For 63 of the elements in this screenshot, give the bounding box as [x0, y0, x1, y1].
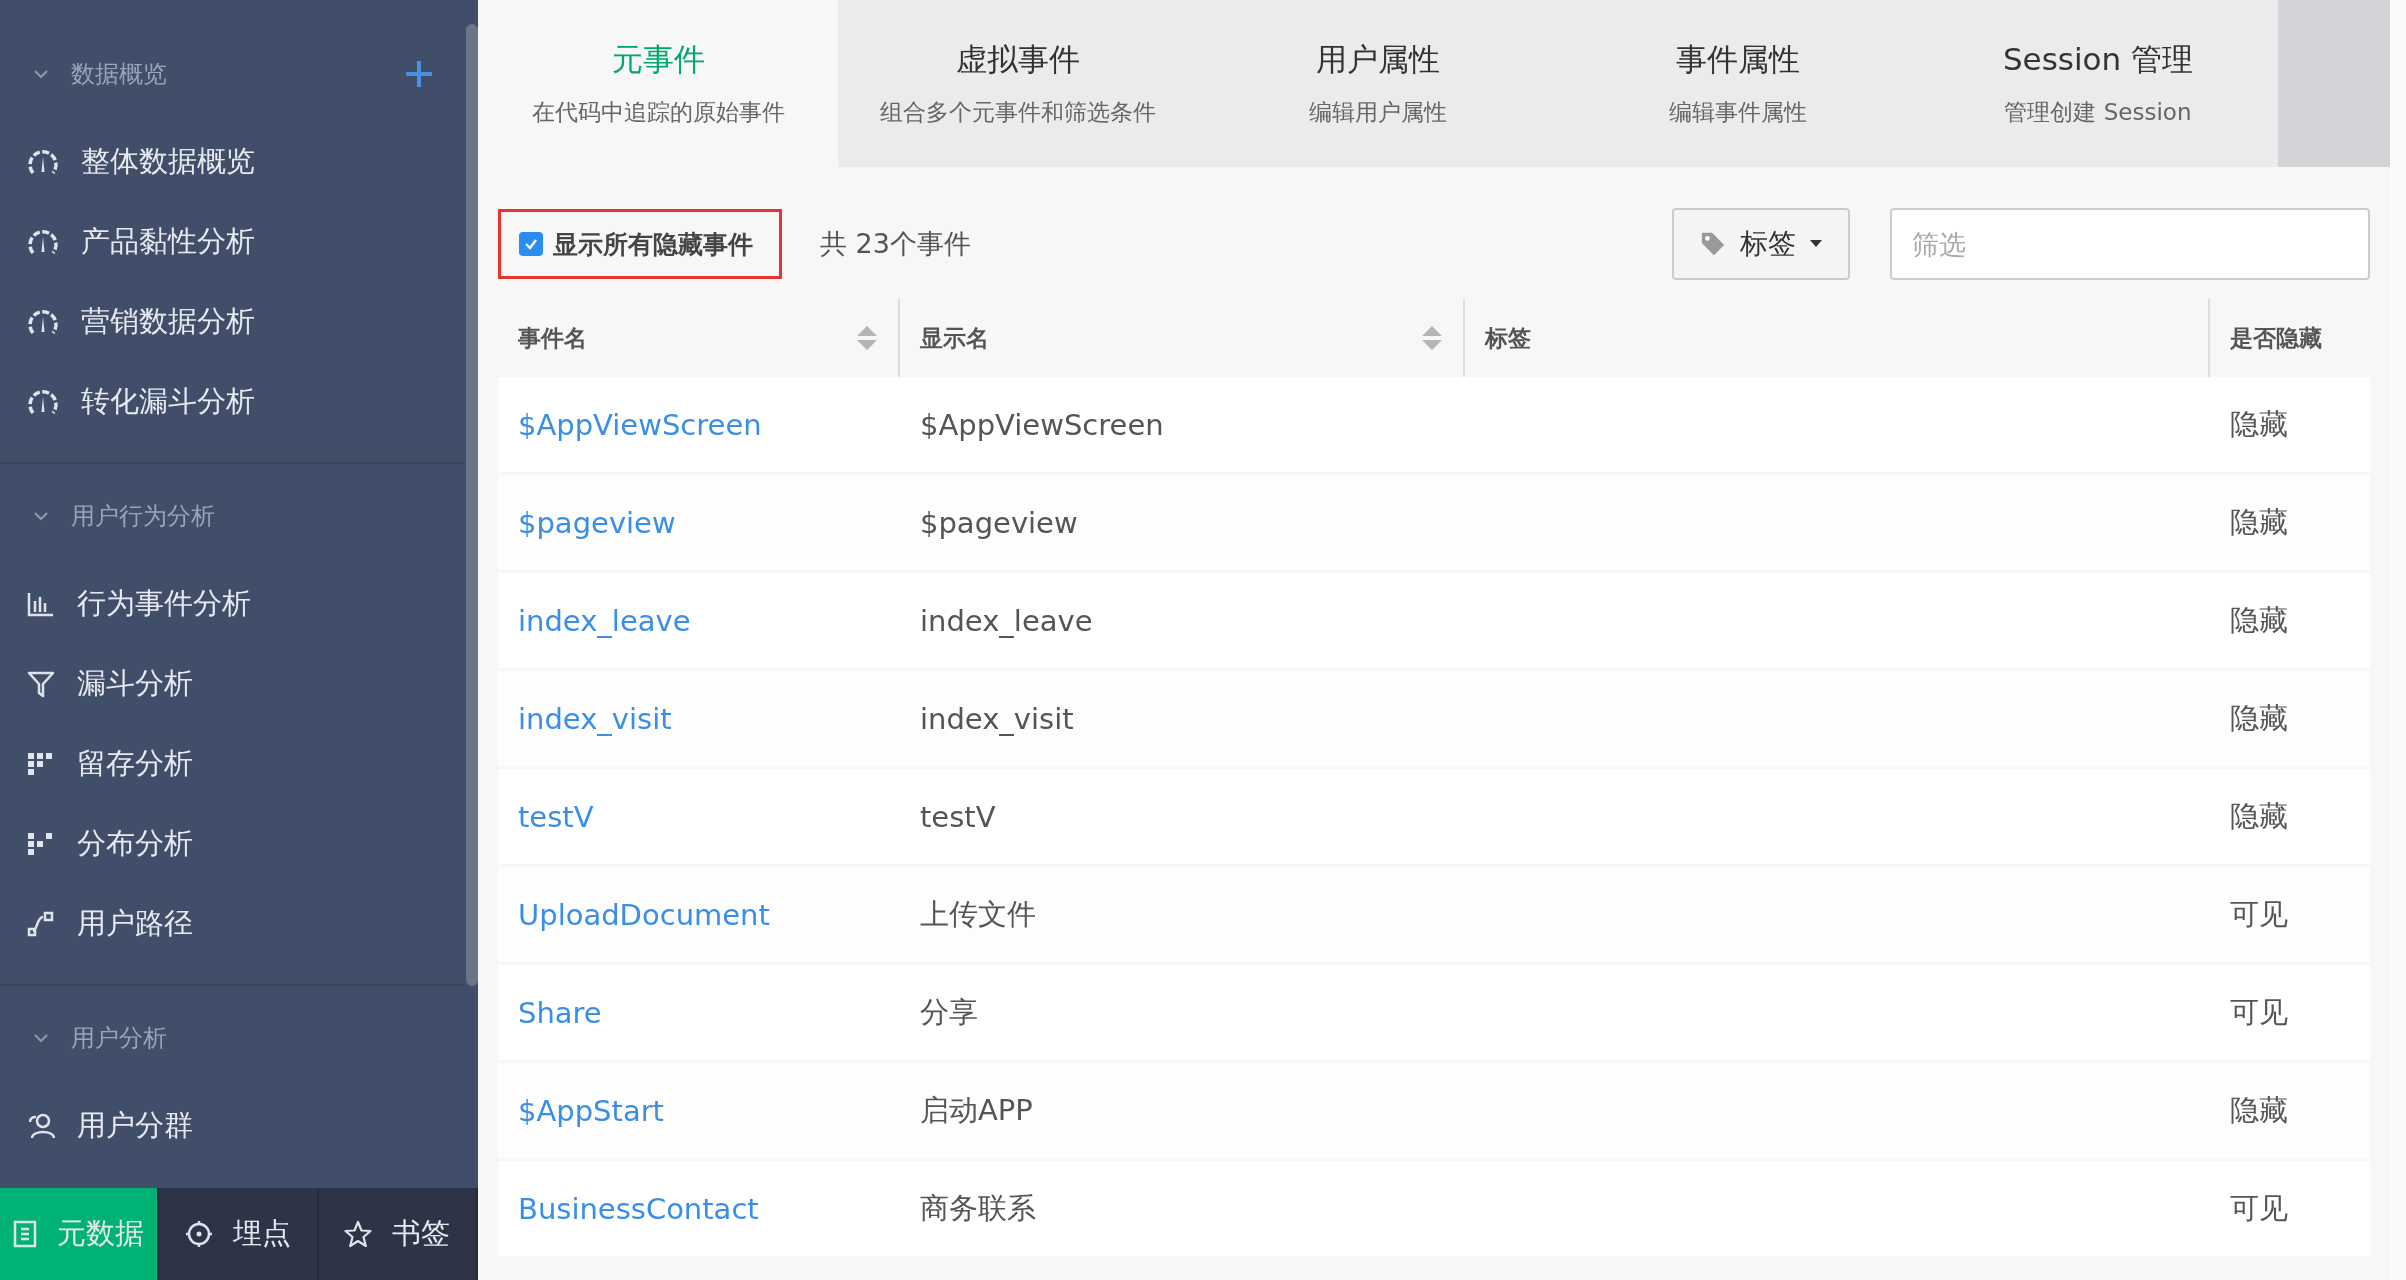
visibility-status: 隐藏 [2230, 797, 2288, 835]
add-icon[interactable] [404, 59, 434, 89]
display-name: testV [920, 799, 996, 834]
gauge-icon [27, 148, 59, 176]
bar-chart-icon [27, 591, 55, 617]
tag-dropdown-button[interactable]: 标签 [1672, 208, 1850, 280]
column-header[interactable]: 显示名 [920, 322, 1421, 354]
column-header[interactable]: 事件名 [518, 322, 856, 354]
display-name: $pageview [920, 505, 1078, 540]
scatter-icon [27, 832, 55, 856]
sidebar-item[interactable]: 营销数据分析 [0, 282, 464, 362]
users-icon [27, 1112, 55, 1140]
sidebar-item[interactable]: 留存分析 [0, 724, 464, 804]
sidebar-item[interactable]: 用户分群 [0, 1086, 464, 1166]
sidebar-item[interactable]: 行为事件分析 [0, 564, 464, 644]
display-name: 上传文件 [920, 895, 1036, 933]
chevron-icon[interactable] [33, 1033, 49, 1043]
checkbox[interactable] [519, 232, 543, 256]
visibility-status: 隐藏 [2230, 503, 2288, 541]
sidebar-item[interactable]: 漏斗分析 [0, 644, 464, 724]
visibility-status: 可见 [2230, 993, 2288, 1031]
target-icon [185, 1220, 213, 1248]
display-name: 分享 [920, 993, 978, 1031]
scrollbar[interactable] [466, 24, 478, 986]
chevron-icon[interactable] [33, 69, 49, 79]
document-icon [13, 1220, 38, 1248]
column-header[interactable]: 是否隐藏 [2230, 322, 2350, 354]
gauge-icon [27, 308, 59, 336]
caret-icon [1810, 240, 1822, 248]
funnel-icon [27, 670, 55, 698]
tag-icon [1700, 231, 1726, 257]
sidebar-item[interactable]: 转化漏斗分析 [0, 362, 464, 442]
sidebar-item[interactable]: 产品黏性分析 [0, 202, 464, 282]
display-name: index_visit [920, 701, 1074, 736]
column-header[interactable]: 标签 [1485, 322, 2188, 354]
display-name: 启动APP [920, 1091, 1033, 1129]
chevron-icon[interactable] [33, 511, 49, 521]
sort-icon[interactable] [1421, 325, 1443, 351]
visibility-status: 隐藏 [2230, 405, 2288, 443]
gauge-icon [27, 388, 59, 416]
filter-field[interactable]: 筛选 [1890, 208, 2370, 280]
tab[interactable]: 用户属性 编辑用户属性 [1198, 0, 1558, 167]
tab[interactable]: 虚拟事件 组合多个元事件和筛选条件 [838, 0, 1198, 167]
tab[interactable]: 事件属性 编辑事件属性 [1558, 0, 1918, 167]
visibility-status: 可见 [2230, 1189, 2288, 1227]
sidebar-item[interactable]: 整体数据概览 [0, 122, 464, 202]
event-count: 共 23个事件 [820, 227, 971, 261]
star-icon [344, 1220, 373, 1248]
show-hidden-checkbox[interactable]: 显示所有隐藏事件 [498, 209, 782, 279]
sidebar-item[interactable]: 用户路径 [0, 884, 464, 964]
visibility-status: 可见 [2230, 895, 2288, 933]
display-name: $AppViewScreen [920, 407, 1164, 442]
grid-icon [27, 752, 55, 776]
visibility-status: 隐藏 [2230, 699, 2288, 737]
display-name: index_leave [920, 603, 1093, 638]
path-icon [27, 911, 55, 937]
visibility-status: 隐藏 [2230, 1091, 2288, 1129]
tab[interactable]: Session 管理 管理创建 Session [1918, 0, 2278, 167]
gauge-icon [27, 228, 59, 256]
sort-icon[interactable] [856, 325, 878, 351]
visibility-status: 隐藏 [2230, 601, 2288, 639]
sidebar-item[interactable]: 分布分析 [0, 804, 464, 884]
display-name: 商务联系 [920, 1189, 1036, 1227]
